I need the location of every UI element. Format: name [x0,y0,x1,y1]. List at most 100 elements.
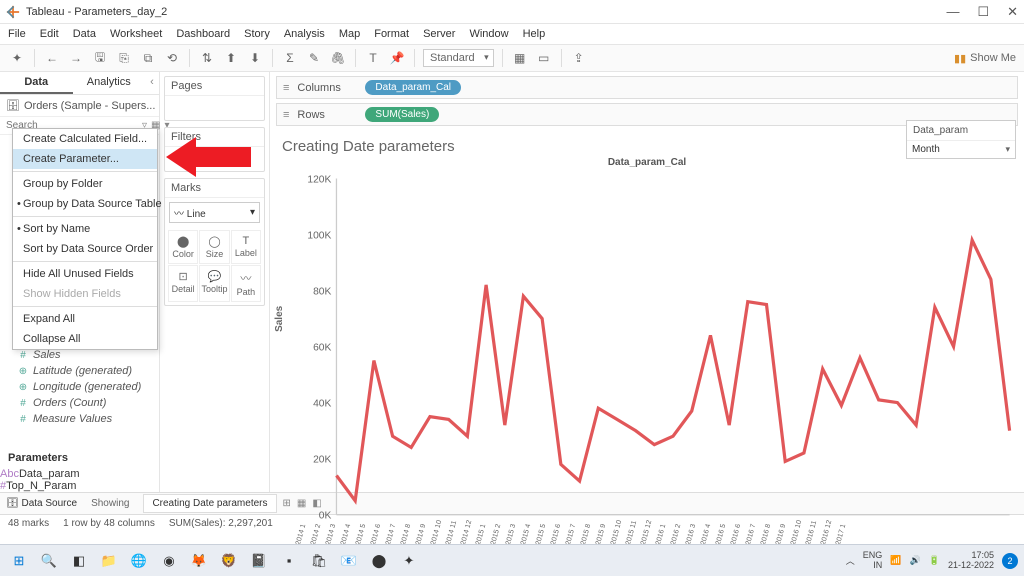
columns-pill[interactable]: Data_param_Cal [365,80,461,95]
menu-server[interactable]: Server [423,28,455,40]
new-sheet-icon[interactable]: ⧉ [139,49,157,67]
tab-analytics[interactable]: Analytics [73,72,146,94]
windows-taskbar: ⊞ 🔍 ◧ 📁 🌐 ◉ 🦊 🦁 📓 ▪ 🛍 📧 ⬤ ✦ ︿ ENGIN 📶 🔊 … [0,544,1024,576]
pin-icon[interactable]: 📌 [388,49,406,67]
menu-map[interactable]: Map [339,28,360,40]
svg-text:60K: 60K [313,342,331,353]
rows-pill[interactable]: SUM(Sales) [365,107,439,122]
ctx-group-table[interactable]: Group by Data Source Table [13,194,157,214]
line-chart[interactable]: 0K20K40K60K80K100K120K [298,172,1016,521]
datasource-item[interactable]: 🗄 Orders (Sample - Supers... [0,95,159,117]
parameters-section-title: Parameters [0,448,159,468]
show-me-button[interactable]: ▮▮Show Me [954,52,1016,65]
clock[interactable]: 17:0521-12-2022 [948,551,994,571]
obs-icon[interactable]: ⬤ [366,548,392,574]
battery-icon[interactable]: 🔋 [929,555,940,566]
notepad-icon[interactable]: 📓 [246,548,272,574]
explorer-icon[interactable]: 📁 [96,548,122,574]
menubar: File Edit Data Worksheet Dashboard Story… [0,24,1024,44]
tableau-icon[interactable]: ✦ [8,49,26,67]
clear-icon[interactable]: ⟲ [163,49,181,67]
mark-color[interactable]: ⬤Color [168,230,198,264]
edge-icon[interactable]: 🌐 [126,548,152,574]
chrome-icon[interactable]: ◉ [156,548,182,574]
menu-analysis[interactable]: Analysis [284,28,325,40]
task-view-icon[interactable]: ◧ [66,548,92,574]
field-item[interactable]: #Measure Values [0,411,159,427]
view-cards-icon[interactable]: ▦ [511,49,529,67]
menu-help[interactable]: Help [523,28,546,40]
mail-icon[interactable]: 📧 [336,548,362,574]
mark-tooltip[interactable]: 💬Tooltip [199,265,229,302]
back-icon[interactable]: ← [43,49,61,67]
columns-shelf[interactable]: ≡Columns Data_param_Cal [276,76,1018,99]
field-item[interactable]: ⊕Latitude (generated) [0,363,159,379]
field-item[interactable]: #Orders (Count) [0,395,159,411]
tableau-taskbar-icon[interactable]: ✦ [396,548,422,574]
presentation-icon[interactable]: ▭ [535,49,553,67]
totals-icon[interactable]: Σ [281,49,299,67]
ctx-create-calc[interactable]: Create Calculated Field... [13,129,157,149]
save-icon[interactable]: 🖫 [91,49,109,67]
tray-chevron-icon[interactable]: ︿ [846,554,855,567]
menu-dashboard[interactable]: Dashboard [176,28,230,40]
volume-icon[interactable]: 🔊 [910,555,921,566]
tab-data[interactable]: Data [0,72,73,94]
mark-type-dropdown[interactable]: 〰 Line▾ [169,202,260,223]
parameter-item[interactable]: #Top_N_Param [0,480,159,492]
share-icon[interactable]: ⇪ [570,49,588,67]
close-icon[interactable]: ✕ [1007,4,1018,20]
group-icon[interactable]: 🖇 [329,49,347,67]
sort-desc-icon[interactable]: ⬇ [246,49,264,67]
swap-icon[interactable]: ⇅ [198,49,216,67]
mark-size[interactable]: ◯Size [199,230,229,264]
collapse-pane-icon[interactable]: ‹ [145,72,159,94]
language-indicator[interactable]: ENGIN [863,551,883,571]
menu-data[interactable]: Data [73,28,96,40]
x-axis-labels: 2014 12014 22014 32014 42014 52014 62014… [270,521,1024,546]
ctx-create-param[interactable]: Create Parameter... [13,149,157,169]
menu-story[interactable]: Story [244,28,270,40]
maximize-icon[interactable]: ☐ [977,4,989,20]
store-icon[interactable]: 🛍 [306,548,332,574]
ctx-expand[interactable]: Expand All [13,309,157,329]
ctx-sort-name[interactable]: Sort by Name [13,219,157,239]
mark-label[interactable]: TLabel [231,230,261,264]
menu-edit[interactable]: Edit [40,28,59,40]
brave-icon[interactable]: 🦁 [216,548,242,574]
start-icon[interactable]: ⊞ [6,548,32,574]
parameter-item[interactable]: AbcData_param [0,468,159,480]
mark-path[interactable]: 〰Path [231,265,261,302]
ctx-group-folder[interactable]: Group by Folder [13,174,157,194]
notification-badge[interactable]: 2 [1002,553,1018,569]
tab-active-sheet[interactable]: Creating Date parameters [143,494,276,513]
context-menu: Create Calculated Field... Create Parame… [12,128,158,350]
sort-asc-icon[interactable]: ⬆ [222,49,240,67]
data-source-tab[interactable]: 🗄 Data Source [6,498,77,509]
wifi-icon[interactable]: 📶 [890,555,901,566]
terminal-icon[interactable]: ▪ [276,548,302,574]
param-card-dropdown[interactable]: Month▾ [907,141,1015,158]
ctx-collapse[interactable]: Collapse All [13,329,157,349]
pages-shelf[interactable] [165,96,264,120]
field-item[interactable]: ⊕Longitude (generated) [0,379,159,395]
ctx-sort-order[interactable]: Sort by Data Source Order [13,239,157,259]
ctx-show-hidden[interactable]: Show Hidden Fields [13,284,157,304]
fit-dropdown[interactable]: Standard [423,49,494,67]
forward-icon[interactable]: → [67,49,85,67]
ctx-hide-unused[interactable]: Hide All Unused Fields [13,264,157,284]
labels-icon[interactable]: T [364,49,382,67]
svg-text:20K: 20K [313,455,331,466]
menu-file[interactable]: File [8,28,26,40]
mark-detail[interactable]: ⊡Detail [168,265,198,302]
menu-window[interactable]: Window [469,28,508,40]
tab-showing[interactable]: Showing [83,495,137,512]
new-data-icon[interactable]: ⎘ [115,49,133,67]
menu-format[interactable]: Format [374,28,409,40]
svg-text:80K: 80K [313,286,331,297]
firefox-icon[interactable]: 🦊 [186,548,212,574]
search-icon[interactable]: 🔍 [36,548,62,574]
menu-worksheet[interactable]: Worksheet [110,28,162,40]
minimize-icon[interactable]: — [946,4,959,20]
highlight-icon[interactable]: ✎ [305,49,323,67]
